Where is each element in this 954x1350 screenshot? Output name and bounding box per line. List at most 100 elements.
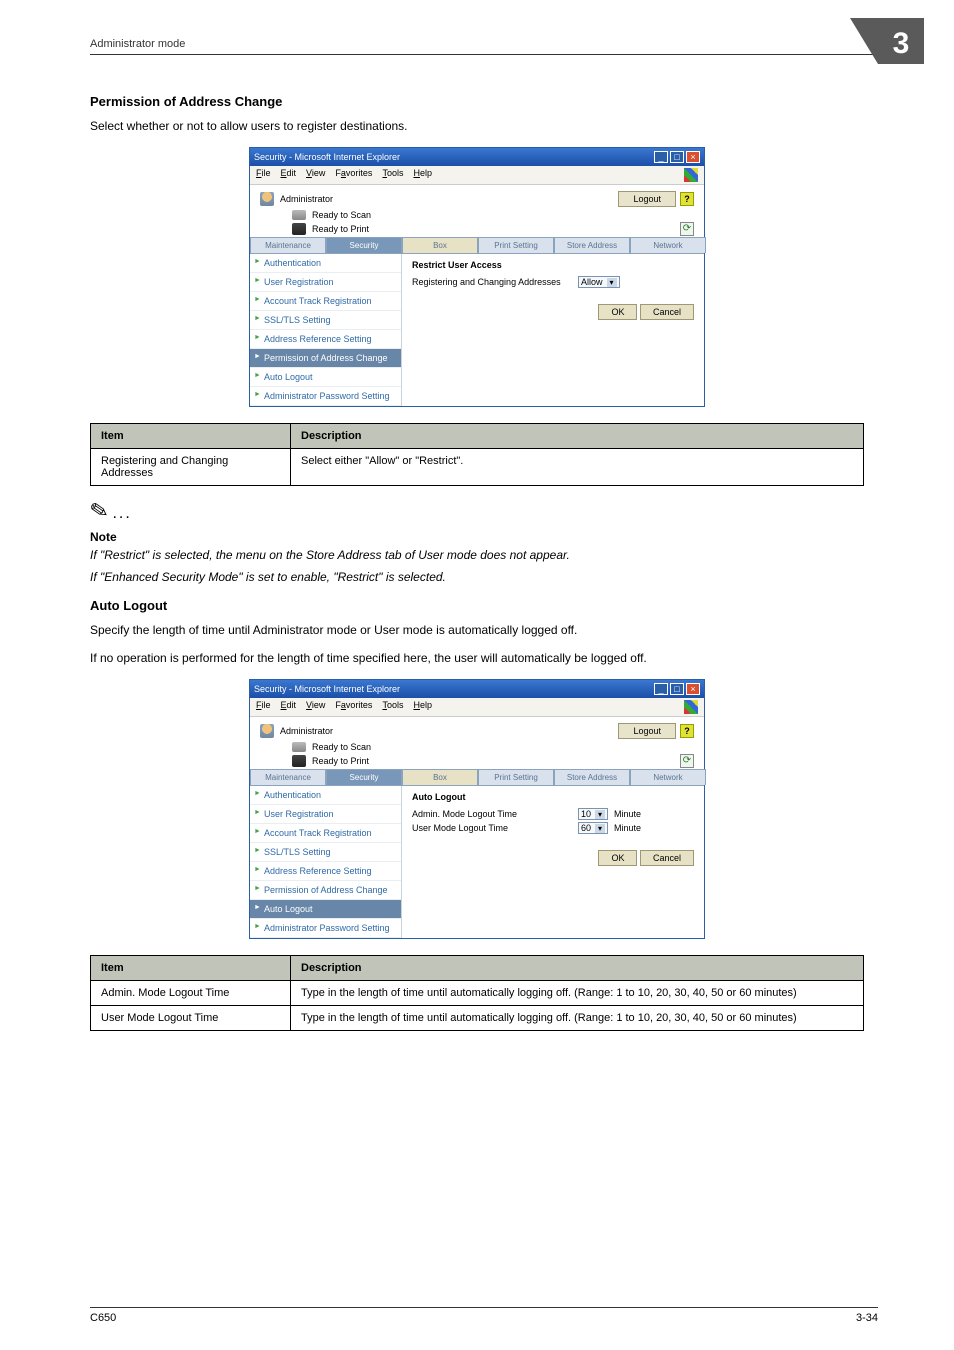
ie-menubar[interactable]: File Edit View Favorites Tools Help: [250, 698, 704, 717]
panel-title: Auto Logout: [412, 792, 694, 802]
menu-file[interactable]: File: [256, 700, 271, 714]
menu-view[interactable]: View: [306, 168, 325, 182]
sidebar-item-acct[interactable]: Account Track Registration: [250, 292, 401, 311]
section2-p1: Specify the length of time until Adminis…: [90, 623, 864, 637]
select-adminlogout[interactable]: 10▾: [578, 808, 608, 820]
screenshot-permission: Security - Microsoft Internet Explorer _…: [249, 147, 705, 407]
maximize-icon[interactable]: □: [670, 683, 684, 695]
select-userlogout[interactable]: 60▾: [578, 822, 608, 834]
sidebar-item-ssl[interactable]: SSL/TLS Setting: [250, 843, 401, 862]
select-regaddr[interactable]: Allow▾: [578, 276, 620, 288]
td-item: Registering and Changing Addresses: [91, 449, 291, 486]
sidebar-item-adminpw[interactable]: Administrator Password Setting: [250, 387, 401, 406]
help-icon[interactable]: ?: [680, 192, 694, 206]
sidebar-item-permaddr[interactable]: Permission of Address Change: [250, 881, 401, 900]
sidebar-item-userreg[interactable]: User Registration: [250, 273, 401, 292]
refresh-icon[interactable]: ⟳: [680, 222, 694, 236]
tab-box[interactable]: Box: [402, 769, 478, 785]
menu-file[interactable]: FFileile: [256, 168, 271, 182]
status-scan: Ready to Scan: [312, 742, 371, 752]
status-scan: Ready to Scan: [312, 210, 371, 220]
unit-minute: Minute: [614, 809, 641, 819]
screenshot-autologout: Security - Microsoft Internet Explorer _…: [249, 679, 705, 939]
ok-button[interactable]: OK: [598, 850, 637, 866]
menu-help[interactable]: Help: [413, 168, 432, 182]
refresh-icon[interactable]: ⟳: [680, 754, 694, 768]
status-print: Ready to Print: [312, 756, 369, 766]
td-desc: Select either "Allow" or "Restrict".: [291, 449, 864, 486]
ok-button[interactable]: OK: [598, 304, 637, 320]
field-label-userlogout: User Mode Logout Time: [412, 823, 572, 833]
th-item: Item: [91, 956, 291, 981]
help-icon[interactable]: ?: [680, 724, 694, 738]
menu-tools[interactable]: Tools: [382, 168, 403, 182]
close-icon[interactable]: ×: [686, 683, 700, 695]
tab-store[interactable]: Store Address: [554, 769, 630, 785]
minimize-icon[interactable]: _: [654, 683, 668, 695]
sidebar-item-userreg[interactable]: User Registration: [250, 805, 401, 824]
th-desc: Description: [291, 424, 864, 449]
field-label-adminlogout: Admin. Mode Logout Time: [412, 809, 572, 819]
sidebar-item-auth[interactable]: Authentication: [250, 786, 401, 805]
td-desc: Type in the length of time until automat…: [291, 981, 864, 1006]
sidebar-item-auth[interactable]: Authentication: [250, 254, 401, 273]
table-permission: Item Description Registering and Changin…: [90, 423, 864, 486]
sidebar-item-autologout[interactable]: Auto Logout: [250, 368, 401, 387]
tab-box[interactable]: Box: [402, 237, 478, 253]
printer-icon: [292, 223, 306, 235]
menu-edit[interactable]: Edit: [281, 168, 297, 182]
chevron-down-icon: ▾: [595, 824, 605, 833]
menu-favorites[interactable]: Favorites: [335, 168, 372, 182]
table-row: Registering and Changing Addresses Selec…: [91, 449, 864, 486]
section2-heading: Auto Logout: [90, 598, 864, 613]
sidebar-item-addrref[interactable]: Address Reference Setting: [250, 862, 401, 881]
th-item: Item: [91, 424, 291, 449]
status-print: Ready to Print: [312, 224, 369, 234]
ie-menubar[interactable]: FFileile Edit View Favorites Tools Help: [250, 166, 704, 185]
cancel-button[interactable]: Cancel: [640, 304, 694, 320]
td-item: Admin. Mode Logout Time: [91, 981, 291, 1006]
ie-logo-icon: [684, 700, 698, 714]
section1-heading: Permission of Address Change: [90, 94, 864, 109]
menu-edit[interactable]: Edit: [281, 700, 297, 714]
sidebar-item-permaddr[interactable]: Permission of Address Change: [250, 349, 401, 368]
sidebar-item-ssl[interactable]: SSL/TLS Setting: [250, 311, 401, 330]
tab-security[interactable]: Security: [326, 769, 402, 785]
sidebar-item-acct[interactable]: Account Track Registration: [250, 824, 401, 843]
note-text-1: If "Restrict" is selected, the menu on t…: [90, 548, 864, 562]
menu-favorites[interactable]: Favorites: [335, 700, 372, 714]
tab-security[interactable]: Security: [326, 237, 402, 253]
tab-network[interactable]: Network: [630, 237, 706, 253]
window-title: Security - Microsoft Internet Explorer: [254, 152, 400, 162]
tab-maintenance[interactable]: Maintenance: [250, 237, 326, 253]
sidebar-item-addrref[interactable]: Address Reference Setting: [250, 330, 401, 349]
tab-print[interactable]: Print Setting: [478, 237, 554, 253]
admin-icon: [260, 192, 274, 206]
tab-store[interactable]: Store Address: [554, 237, 630, 253]
tab-print[interactable]: Print Setting: [478, 769, 554, 785]
close-icon[interactable]: ×: [686, 151, 700, 163]
maximize-icon[interactable]: □: [670, 151, 684, 163]
printer-icon: [292, 755, 306, 767]
menu-tools[interactable]: Tools: [382, 700, 403, 714]
admin-label: Administrator: [280, 726, 333, 736]
sidebar-item-adminpw[interactable]: Administrator Password Setting: [250, 919, 401, 938]
window-title: Security - Microsoft Internet Explorer: [254, 684, 400, 694]
note-icon: ✎...: [90, 498, 864, 524]
section2-p2: If no operation is performed for the len…: [90, 651, 864, 665]
logout-button[interactable]: Logout: [618, 723, 676, 739]
note-label: Note: [90, 530, 864, 544]
menu-view[interactable]: View: [306, 700, 325, 714]
minimize-icon[interactable]: _: [654, 151, 668, 163]
logout-button[interactable]: Logout: [618, 191, 676, 207]
admin-icon: [260, 724, 274, 738]
tab-maintenance[interactable]: Maintenance: [250, 769, 326, 785]
footer-right: 3-34: [856, 1312, 878, 1324]
chevron-down-icon: ▾: [607, 278, 617, 287]
cancel-button[interactable]: Cancel: [640, 850, 694, 866]
tab-network[interactable]: Network: [630, 769, 706, 785]
sidebar-item-autologout[interactable]: Auto Logout: [250, 900, 401, 919]
menu-help[interactable]: Help: [413, 700, 432, 714]
table-row: User Mode Logout Time Type in the length…: [91, 1006, 864, 1031]
footer-left: C650: [90, 1312, 116, 1324]
